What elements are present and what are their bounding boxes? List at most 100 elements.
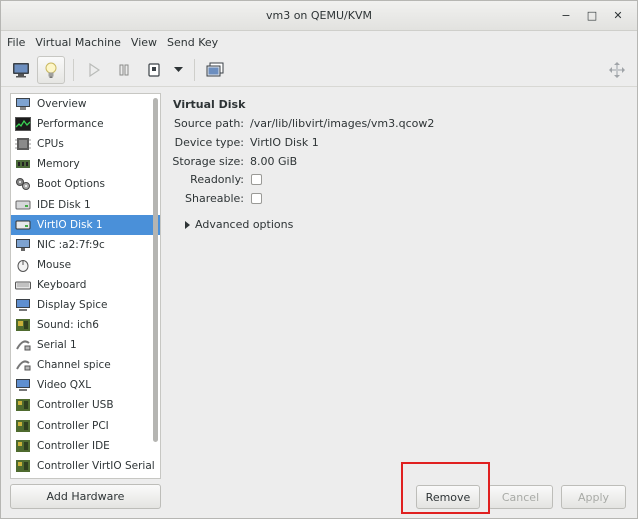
snapshots-button[interactable]: [201, 56, 229, 84]
sidebar-item-keyboard[interactable]: Keyboard: [11, 275, 160, 295]
sidebar-item-controller-ide[interactable]: Controller IDE: [11, 436, 160, 456]
sidebar-item-label: Controller USB: [37, 399, 114, 412]
sidebar-item-label: Overview: [37, 98, 87, 111]
sidebar-item-label: CPUs: [37, 138, 64, 151]
sidebar-item-performance[interactable]: Performance: [11, 114, 160, 134]
shareable-checkbox[interactable]: [251, 192, 262, 204]
toolbar-separator: [73, 58, 74, 81]
fullscreen-move-icon: [609, 62, 625, 78]
sound-icon: [14, 318, 31, 333]
details-panel: Virtual Disk Source path: /var/lib/libvi…: [165, 93, 635, 479]
sidebar-item-label: Display Spice: [37, 298, 108, 311]
source-path-label: Source path:: [174, 116, 244, 130]
sidebar-item-label: Performance: [37, 118, 104, 131]
storage-size-label: Storage size:: [172, 154, 244, 168]
sidebar-item-label: Boot Options: [37, 178, 106, 191]
sidebar-item-boot-options[interactable]: Boot Options: [11, 174, 160, 194]
sidebar-item-label: Keyboard: [37, 278, 87, 291]
toolbar-separator: [194, 58, 195, 81]
details-button[interactable]: [37, 55, 65, 84]
readonly-checkbox[interactable]: [251, 173, 262, 185]
window-controls: − □ ✕: [551, 7, 629, 25]
storage-size-row: Storage size: 8.00 GiB: [165, 153, 297, 169]
mouse-icon: [14, 257, 31, 272]
sidebar-item-label: Memory: [37, 158, 80, 171]
run-button[interactable]: [80, 56, 108, 84]
section-title: Virtual Disk: [173, 98, 246, 111]
advanced-options-label: Advanced options: [195, 218, 294, 231]
sidebar-item-label: Sound: ich6: [37, 319, 99, 332]
performance-icon: [14, 117, 31, 132]
fullscreen-button[interactable]: [609, 62, 625, 81]
menu-send-key[interactable]: Send Key: [167, 36, 218, 49]
close-button[interactable]: ✕: [607, 7, 629, 25]
readonly-label: Readonly:: [190, 172, 244, 186]
window-title: vm3 on QEMU/KVM: [265, 9, 372, 22]
shutdown-dropdown[interactable]: [170, 56, 186, 84]
sidebar-item-label: Controller VirtIO Serial: [37, 459, 155, 472]
shareable-label: Shareable:: [185, 191, 244, 205]
sidebar-item-controller-usb[interactable]: Controller USB: [11, 395, 160, 415]
details-bulb-icon: [45, 62, 57, 78]
sidebar-item-nic[interactable]: NIC :a2:7f:9c: [11, 235, 160, 255]
memory-icon: [14, 157, 31, 172]
sidebar-item-ide-disk-1[interactable]: IDE Disk 1: [11, 194, 160, 214]
source-path-row: Source path: /var/lib/libvirt/images/vm3…: [165, 115, 434, 131]
sidebar-item-virtio-disk-1[interactable]: VirtIO Disk 1: [11, 214, 160, 235]
minimize-button[interactable]: −: [555, 7, 577, 25]
pause-button[interactable]: [110, 56, 138, 84]
controller-icon: [14, 438, 31, 453]
console-button[interactable]: [7, 56, 35, 84]
controller-icon: [14, 398, 31, 413]
sidebar-item-label: NIC :a2:7f:9c: [37, 238, 105, 251]
sidebar-item-mouse[interactable]: Mouse: [11, 255, 160, 275]
hardware-list-scrollbar[interactable]: [152, 96, 159, 478]
device-type-value: VirtIO Disk 1: [250, 135, 319, 149]
sidebar-item-memory[interactable]: Memory: [11, 154, 160, 174]
sidebar-item-overview[interactable]: Overview: [11, 94, 160, 114]
sidebar-item-video-qxl[interactable]: Video QXL: [11, 375, 160, 395]
disk-icon: [14, 197, 31, 212]
snapshots-icon: [206, 62, 224, 76]
scrollbar-thumb[interactable]: [153, 98, 158, 442]
sidebar-item-cpus[interactable]: CPUs: [11, 134, 160, 154]
sidebar-item-label: Video QXL: [37, 379, 92, 392]
device-type-row: Device type: VirtIO Disk 1: [165, 134, 319, 150]
menu-view[interactable]: View: [131, 36, 157, 49]
device-type-label: Device type:: [174, 135, 244, 149]
sidebar-item-label: Controller PCI: [37, 419, 109, 432]
expander-arrow-icon: [185, 220, 190, 229]
run-icon: [89, 62, 100, 77]
cpu-icon: [14, 137, 31, 152]
sidebar-item-label: Channel spice: [37, 359, 111, 372]
apply-button[interactable]: Apply: [561, 485, 626, 509]
sidebar-item-serial-1[interactable]: Serial 1: [11, 335, 160, 355]
sidebar-item-label: IDE Disk 1: [37, 198, 91, 211]
sidebar-item-controller-pci[interactable]: Controller PCI: [11, 416, 160, 436]
sidebar-item-label: Controller IDE: [37, 439, 110, 452]
add-hardware-button[interactable]: Add Hardware: [10, 484, 161, 509]
sidebar-item-display-spice[interactable]: Display Spice: [11, 295, 160, 315]
sidebar-item-sound[interactable]: Sound: ich6: [11, 315, 160, 335]
shareable-row: Shareable:: [165, 190, 262, 206]
video-icon: [14, 378, 31, 393]
network-icon: [14, 237, 31, 252]
sidebar-item-label: Serial 1: [37, 339, 77, 352]
dropdown-arrow-icon: [173, 66, 183, 72]
disk-icon: [14, 217, 31, 232]
shutdown-button[interactable]: [140, 56, 168, 84]
sidebar-item-channel-spice[interactable]: Channel spice: [11, 355, 160, 375]
controller-icon: [14, 418, 31, 433]
serial-icon: [14, 338, 31, 353]
menu-virtual-machine[interactable]: Virtual Machine: [35, 36, 121, 49]
maximize-button[interactable]: □: [581, 7, 603, 25]
cancel-button[interactable]: Cancel: [488, 485, 553, 509]
boot-options-icon: [14, 177, 31, 192]
advanced-options-expander[interactable]: Advanced options: [185, 218, 293, 231]
toolbar: [1, 53, 637, 87]
display-icon: [14, 297, 31, 312]
source-path-value: /var/lib/libvirt/images/vm3.qcow2: [250, 116, 435, 130]
menu-file[interactable]: File: [7, 36, 25, 49]
menu-bar: File Virtual Machine View Send Key: [1, 32, 637, 52]
sidebar-item-controller-virtio-serial[interactable]: Controller VirtIO Serial: [11, 456, 160, 476]
